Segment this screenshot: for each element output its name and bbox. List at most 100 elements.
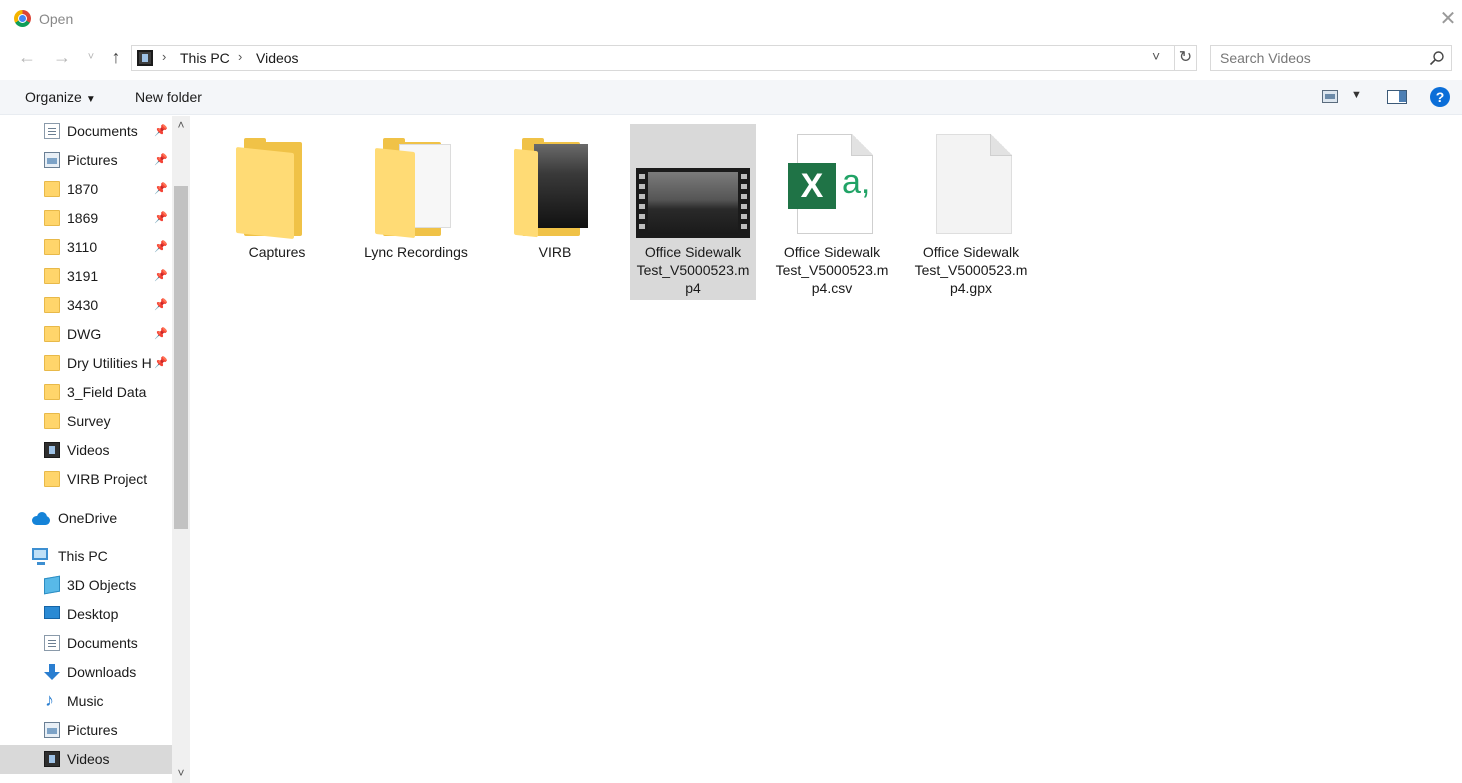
sidebar-item-downloads[interactable]: Downloads bbox=[0, 658, 172, 687]
pin-icon: 📌 bbox=[154, 125, 168, 137]
file-name: Lync Recordings bbox=[364, 244, 468, 260]
sidebar-item-3110[interactable]: 3110 📌 bbox=[0, 233, 172, 262]
excel-x-glyph: X bbox=[788, 163, 836, 209]
sidebar-item-videos[interactable]: Videos bbox=[0, 436, 172, 465]
file-item-virb[interactable]: VIRB bbox=[492, 124, 618, 300]
pin-icon: 📌 bbox=[154, 212, 168, 224]
file-name: Office Sidewalk Test_V5000523.mp4.gpx bbox=[914, 244, 1028, 296]
sidebar-item-onedrive[interactable]: OneDrive bbox=[0, 504, 172, 533]
folder-icon bbox=[44, 326, 60, 342]
sidebar-item-pc-documents[interactable]: Documents bbox=[0, 629, 172, 658]
navigation-pane: Documents 📌 Pictures 📌 1870 📌 1869 📌 311… bbox=[0, 116, 190, 783]
file-item-csv[interactable]: X a, Office Sidewalk Test_V5000523.mp4.c… bbox=[769, 124, 895, 300]
back-button[interactable]: ← bbox=[16, 45, 38, 69]
sidebar-item-label: Videos bbox=[67, 751, 110, 767]
sidebar-item-label: Survey bbox=[67, 413, 111, 429]
scroll-down-button[interactable]: ˅ bbox=[172, 766, 190, 780]
title-bar: Open ✕ bbox=[0, 0, 1462, 38]
sidebar-item-label: Documents bbox=[67, 123, 138, 139]
pin-icon: 📌 bbox=[154, 183, 168, 195]
pin-icon: 📌 bbox=[154, 357, 168, 369]
search-icon[interactable] bbox=[1429, 50, 1445, 66]
sidebar-item-documents[interactable]: Documents 📌 bbox=[0, 117, 172, 146]
new-folder-button[interactable]: New folder bbox=[135, 89, 202, 105]
generic-file-icon bbox=[936, 134, 1012, 234]
file-item-captures[interactable]: Captures bbox=[214, 124, 340, 300]
folder-icon bbox=[44, 181, 60, 197]
sidebar-item-label: Documents bbox=[67, 635, 138, 651]
sidebar-item-label: 3430 bbox=[67, 297, 99, 313]
sidebar-item-label: Music bbox=[67, 693, 104, 709]
sidebar-item-3191[interactable]: 3191 📌 bbox=[0, 262, 172, 291]
sidebar-item-label: This PC bbox=[58, 548, 108, 564]
sidebar-item-dwg[interactable]: DWG 📌 bbox=[0, 320, 172, 349]
folder-icon bbox=[44, 297, 60, 313]
sidebar-item-dry-utilities[interactable]: Dry Utilities H 📌 bbox=[0, 349, 172, 378]
sidebar-item-label: OneDrive bbox=[58, 510, 118, 526]
breadcrumb-separator: › bbox=[162, 49, 167, 64]
change-view-icon[interactable] bbox=[1322, 90, 1338, 103]
sidebar-item-pc-videos[interactable]: Videos bbox=[0, 745, 172, 774]
scroll-up-button[interactable]: ˄ bbox=[172, 118, 190, 132]
chevron-down-icon: ▼ bbox=[85, 94, 96, 105]
documents-icon bbox=[44, 635, 60, 651]
up-button[interactable]: ↑ bbox=[105, 45, 127, 69]
file-name: Office Sidewalk Test_V5000523.mp4.csv bbox=[775, 244, 889, 296]
file-item-lync-recordings[interactable]: Lync Recordings bbox=[353, 124, 479, 300]
documents-icon bbox=[44, 123, 60, 139]
close-button[interactable]: ✕ bbox=[1437, 8, 1459, 30]
scroll-thumb[interactable] bbox=[174, 186, 188, 529]
forward-button[interactable]: → bbox=[51, 45, 73, 69]
help-icon[interactable]: ? bbox=[1430, 87, 1450, 107]
chrome-icon bbox=[14, 10, 31, 27]
3d-objects-icon bbox=[44, 575, 60, 595]
breadcrumb-this-pc[interactable]: This PC bbox=[180, 50, 230, 66]
sidebar-item-label: DWG bbox=[67, 326, 102, 342]
onedrive-icon bbox=[32, 510, 50, 526]
sidebar-item-label: 1870 bbox=[67, 181, 99, 197]
sidebar-item-label: Videos bbox=[67, 442, 110, 458]
sidebar-item-1870[interactable]: 1870 📌 bbox=[0, 175, 172, 204]
pictures-icon bbox=[44, 152, 60, 168]
file-item-video[interactable]: Office Sidewalk Test_V5000523.mp4 bbox=[630, 124, 756, 300]
sidebar-item-this-pc[interactable]: This PC bbox=[0, 542, 172, 571]
sidebar-scrollbar[interactable]: ˄ ˅ bbox=[172, 116, 190, 783]
sidebar-item-survey[interactable]: Survey bbox=[0, 407, 172, 436]
search-input[interactable] bbox=[1220, 50, 1420, 66]
address-dropdown-button[interactable]: ˅ bbox=[1152, 48, 1160, 64]
sidebar-item-label: VIRB Project bbox=[67, 471, 148, 487]
folder-icon bbox=[44, 471, 60, 487]
videos-icon bbox=[44, 442, 60, 458]
folder-icon bbox=[44, 210, 60, 226]
sidebar-item-3d-objects[interactable]: 3D Objects bbox=[0, 571, 172, 600]
file-name: Captures bbox=[248, 244, 306, 260]
sidebar-item-label: Desktop bbox=[67, 606, 119, 622]
excel-file-icon: X a, bbox=[788, 134, 873, 234]
address-bar[interactable]: › This PC › Videos ˅ ↻ bbox=[131, 45, 1197, 71]
sidebar-item-desktop[interactable]: Desktop bbox=[0, 600, 172, 629]
file-item-gpx[interactable]: Office Sidewalk Test_V5000523.mp4.gpx bbox=[908, 124, 1034, 300]
sidebar-item-1869[interactable]: 1869 📌 bbox=[0, 204, 172, 233]
sidebar-item-label: 3191 bbox=[67, 268, 99, 284]
window-title: Open bbox=[39, 11, 74, 27]
sidebar-item-pc-pictures[interactable]: Pictures bbox=[0, 716, 172, 745]
recent-locations-button[interactable]: ˅ bbox=[80, 45, 102, 69]
sidebar-item-label: Pictures bbox=[67, 152, 118, 168]
file-name: VIRB bbox=[538, 244, 572, 260]
view-options-dropdown[interactable]: ▼ bbox=[1351, 89, 1362, 101]
folder-icon bbox=[375, 138, 451, 239]
folder-icon bbox=[44, 413, 60, 429]
pin-icon: 📌 bbox=[154, 241, 168, 253]
command-bar: Organize ▼ New folder ▼ ? bbox=[0, 80, 1462, 115]
sidebar-item-3430[interactable]: 3430 📌 bbox=[0, 291, 172, 320]
breadcrumb-videos[interactable]: Videos bbox=[256, 50, 299, 66]
preview-pane-icon[interactable] bbox=[1387, 90, 1407, 104]
sidebar-item-field-data[interactable]: 3_Field Data bbox=[0, 378, 172, 407]
sidebar-item-music[interactable]: Music bbox=[0, 687, 172, 716]
sidebar-item-pictures[interactable]: Pictures 📌 bbox=[0, 146, 172, 175]
organize-button[interactable]: Organize ▼ bbox=[25, 89, 96, 105]
sidebar-item-virb-project[interactable]: VIRB Project bbox=[0, 465, 172, 494]
search-box[interactable] bbox=[1210, 45, 1452, 71]
refresh-button[interactable]: ↻ bbox=[1174, 46, 1196, 70]
downloads-icon bbox=[44, 664, 60, 680]
